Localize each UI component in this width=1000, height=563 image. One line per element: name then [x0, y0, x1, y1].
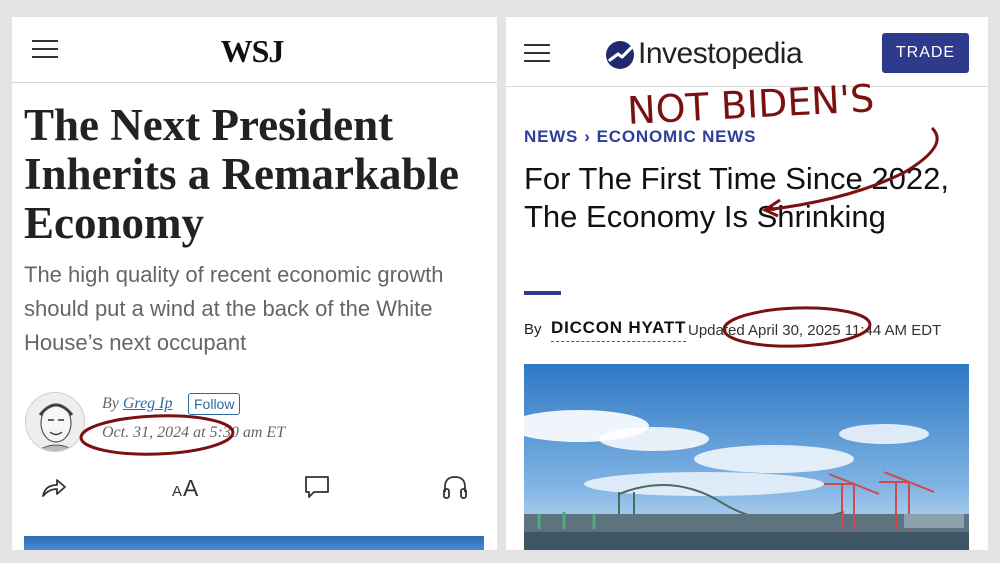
wsj-header: WSJ [12, 17, 497, 83]
article-headline: For The First Time Since 2022, The Econo… [524, 161, 949, 234]
byline: By Greg Ip [102, 395, 173, 413]
breadcrumb-separator-icon: › [584, 127, 591, 146]
svg-text:A: A [183, 475, 199, 501]
investopedia-header: Investopedia TRADE [506, 17, 988, 87]
wsj-article-screenshot: WSJ The Next President Inherits a Remark… [12, 17, 497, 550]
updated-date: Updated April 30, 2025 11:44 AM EDT [688, 322, 942, 339]
article-image [24, 536, 484, 550]
investopedia-logo-text[interactable]: Investopedia [638, 37, 803, 71]
article-image [524, 364, 969, 550]
breadcrumb-economic-news[interactable]: ECONOMIC NEWS [597, 127, 757, 146]
headline-accent-bar [524, 291, 561, 295]
share-icon[interactable] [39, 472, 69, 502]
byline-prefix: By [102, 395, 119, 412]
breadcrumb-news[interactable]: NEWS [524, 127, 578, 146]
article-dek: The high quality of recent economic grow… [24, 262, 444, 355]
article-headline: The Next President Inherits a Remarkable… [24, 100, 459, 248]
trade-button[interactable]: TRADE [882, 33, 969, 73]
author-link[interactable]: DICCON HYATT [551, 318, 687, 342]
menu-icon[interactable] [32, 40, 58, 58]
author-link[interactable]: Greg Ip [123, 395, 173, 412]
wsj-logo[interactable]: WSJ [212, 33, 292, 70]
svg-text:A: A [172, 483, 182, 500]
author-avatar[interactable] [25, 392, 85, 452]
breadcrumb: NEWS › ECONOMIC NEWS [524, 127, 756, 147]
text-size-icon[interactable]: A A [170, 472, 204, 502]
comment-icon[interactable] [302, 472, 332, 502]
publish-date: Oct. 31, 2024 at 5:30 am ET [102, 424, 286, 441]
headphones-icon[interactable] [440, 472, 470, 502]
follow-button[interactable]: Follow [188, 393, 241, 415]
byline-prefix: By [524, 321, 542, 338]
menu-icon[interactable] [524, 44, 550, 62]
investopedia-logo-icon[interactable] [604, 38, 636, 72]
investopedia-article-screenshot: Investopedia TRADE NEWS › ECONOMIC NEWS Fo… [506, 17, 988, 550]
